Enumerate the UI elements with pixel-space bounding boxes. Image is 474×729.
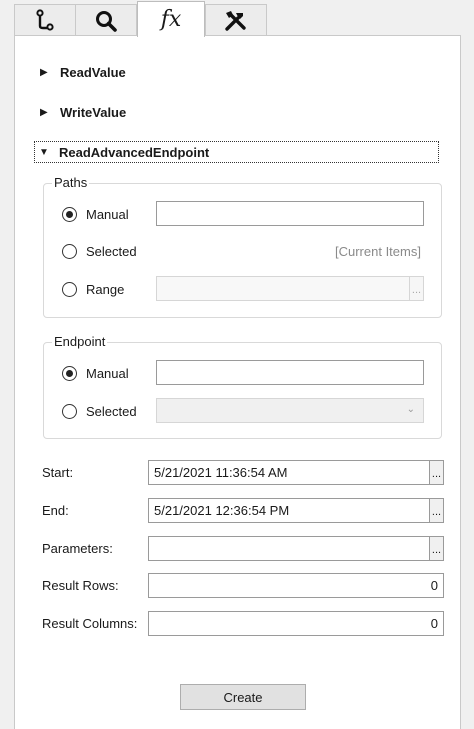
radio-label: Manual — [86, 365, 129, 381]
endpoint-manual-input[interactable] — [156, 360, 424, 385]
endpoint-legend: Endpoint — [52, 334, 108, 349]
start-value: 5/21/2021 11:36:54 AM — [154, 465, 288, 480]
result-rows-input[interactable]: 0 — [148, 573, 444, 598]
endpoint-selected-combo: ⌄ — [156, 398, 424, 423]
tab-bar: fx — [0, 0, 474, 37]
result-columns-input[interactable]: 0 — [148, 611, 444, 636]
tab-function[interactable]: fx — [137, 1, 205, 37]
range-browse-button: ... — [409, 276, 424, 301]
start-label: Start: — [42, 465, 74, 480]
paths-range-radio[interactable]: Range — [62, 278, 124, 300]
section-label: ReadAdvancedEndpoint — [59, 144, 210, 160]
end-label: End: — [42, 503, 69, 518]
radio-button[interactable] — [62, 365, 77, 381]
endpoint-manual-radio[interactable]: Manual — [62, 362, 129, 384]
radio-button[interactable] — [62, 206, 77, 222]
parameters-browse-button[interactable]: ... — [429, 536, 444, 561]
tab-tools[interactable] — [205, 4, 267, 36]
expand-triangle-icon: ▶ — [40, 66, 48, 78]
function-icon: fx — [160, 7, 182, 32]
create-button[interactable]: Create — [180, 684, 306, 710]
chevron-down-icon: ⌄ — [406, 404, 415, 415]
radio-label: Selected — [86, 243, 137, 259]
radio-label: Manual — [86, 206, 129, 222]
radio-button[interactable] — [62, 281, 77, 297]
end-picker-button[interactable]: ... — [429, 498, 444, 523]
expand-triangle-icon: ▶ — [40, 106, 48, 118]
section-read-advanced-endpoint[interactable]: ▼ ReadAdvancedEndpoint — [34, 141, 439, 163]
section-write-value[interactable]: ▶ WriteValue — [26, 101, 438, 123]
result-columns-label: Result Columns: — [42, 616, 138, 631]
tab-search[interactable] — [75, 4, 137, 36]
paths-selected-radio[interactable]: Selected — [62, 240, 137, 262]
end-value: 5/21/2021 12:36:54 PM — [154, 503, 290, 518]
tools-icon — [225, 10, 246, 31]
section-label: ReadValue — [60, 64, 126, 80]
paths-manual-input[interactable] — [156, 201, 424, 226]
section-read-value[interactable]: ▶ ReadValue — [26, 61, 438, 83]
radio-label: Selected — [86, 403, 137, 419]
paths-manual-radio[interactable]: Manual — [62, 203, 129, 225]
search-icon — [96, 10, 117, 32]
current-items-hint: [Current Items] — [335, 244, 421, 259]
radio-button[interactable] — [62, 243, 77, 259]
result-rows-label: Result Rows: — [42, 578, 119, 593]
start-picker-button[interactable]: ... — [429, 460, 444, 485]
end-input[interactable]: 5/21/2021 12:36:54 PM ... — [148, 498, 444, 523]
tab-tree[interactable] — [14, 4, 76, 36]
git-branch-icon — [36, 8, 54, 31]
collapse-triangle-icon: ▼ — [39, 146, 49, 158]
paths-legend: Paths — [52, 175, 90, 190]
endpoint-selected-radio[interactable]: Selected — [62, 400, 137, 422]
parameters-input[interactable]: ... — [148, 536, 444, 561]
paths-range-input: ... — [156, 276, 424, 301]
radio-dot — [66, 369, 73, 377]
parameters-label: Parameters: — [42, 541, 113, 556]
section-label: WriteValue — [60, 104, 127, 120]
radio-dot — [66, 210, 73, 218]
endpoint-group: Endpoint — [43, 334, 442, 439]
radio-button[interactable] — [62, 403, 77, 419]
start-input[interactable]: 5/21/2021 11:36:54 AM ... — [148, 460, 444, 485]
radio-label: Range — [86, 281, 125, 297]
